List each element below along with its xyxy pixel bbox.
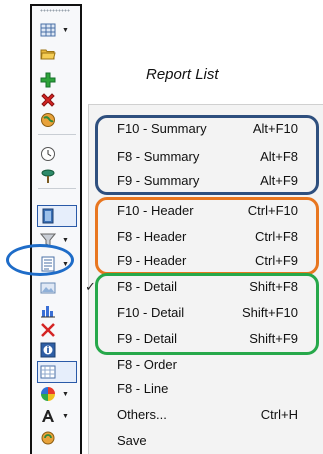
color-wheel-icon xyxy=(40,386,56,402)
toolbar-separator xyxy=(38,134,76,135)
menu-item-save[interactable]: Save xyxy=(89,429,323,453)
menu-item-label: F8 - Order xyxy=(117,357,177,372)
menu-item-others[interactable]: Others... Ctrl+H xyxy=(89,403,323,427)
menu-item-shortcut: Ctrl+H xyxy=(260,407,298,422)
sync-icon xyxy=(40,430,56,446)
clock-icon xyxy=(40,146,56,162)
delete-x-icon xyxy=(40,92,56,108)
bar-chart-button[interactable] xyxy=(38,300,76,320)
chevron-down-icon[interactable]: ▼ xyxy=(62,413,69,420)
image-icon xyxy=(40,280,56,296)
sync-button[interactable] xyxy=(38,428,76,448)
report-list-title: Report List xyxy=(146,66,219,83)
close-button[interactable] xyxy=(38,320,76,340)
pin-button[interactable] xyxy=(38,166,76,186)
font-size-button[interactable]: ▼ xyxy=(38,406,76,426)
font-size-icon xyxy=(40,408,56,424)
image-button[interactable] xyxy=(38,278,76,298)
add-plus-icon xyxy=(40,72,56,88)
header-group-outline xyxy=(95,197,319,275)
grid-view-button[interactable] xyxy=(37,361,77,383)
panel-toggle-icon xyxy=(40,208,56,224)
globe-refresh-icon xyxy=(40,112,56,128)
close-red-icon xyxy=(40,322,56,338)
chevron-down-icon[interactable]: ▼ xyxy=(62,391,69,398)
folder-open-icon xyxy=(40,46,56,62)
pushpin-icon xyxy=(40,168,56,184)
clock-button[interactable] xyxy=(38,144,76,164)
delete-button[interactable] xyxy=(38,90,76,110)
grid-view-icon xyxy=(40,364,56,380)
menu-item-label: Save xyxy=(117,433,147,448)
add-button[interactable] xyxy=(38,70,76,90)
color-button[interactable]: ▼ xyxy=(38,384,76,404)
menu-item-f8-order[interactable]: F8 - Order xyxy=(89,353,323,377)
vertical-toolbar: ▼ ▼ ▼ ▼ ▼ xyxy=(30,4,82,454)
detail-group-outline xyxy=(95,273,319,355)
summary-group-outline xyxy=(95,115,319,195)
panel-toggle-button[interactable] xyxy=(37,205,77,227)
info-button[interactable] xyxy=(38,340,76,360)
toolbar-grip[interactable] xyxy=(40,9,70,12)
menu-item-label: Others... xyxy=(117,407,167,422)
chevron-down-icon[interactable]: ▼ xyxy=(62,237,69,244)
open-folder-button[interactable] xyxy=(38,44,76,64)
toolbar-separator xyxy=(38,188,76,189)
grid-table-button[interactable]: ▼ xyxy=(38,20,76,40)
grid-table-icon xyxy=(40,22,56,38)
menu-item-f8-line[interactable]: F8 - Line xyxy=(89,377,323,401)
bar-chart-icon xyxy=(40,302,56,318)
info-icon xyxy=(40,342,56,358)
globe-refresh-button[interactable] xyxy=(38,110,76,130)
report-list-menu: F10 - Summary Alt+F10 F8 - Summary Alt+F… xyxy=(85,104,323,454)
highlight-ellipse xyxy=(6,244,74,276)
menu-item-label: F8 - Line xyxy=(117,381,169,396)
chevron-down-icon[interactable]: ▼ xyxy=(62,27,69,34)
